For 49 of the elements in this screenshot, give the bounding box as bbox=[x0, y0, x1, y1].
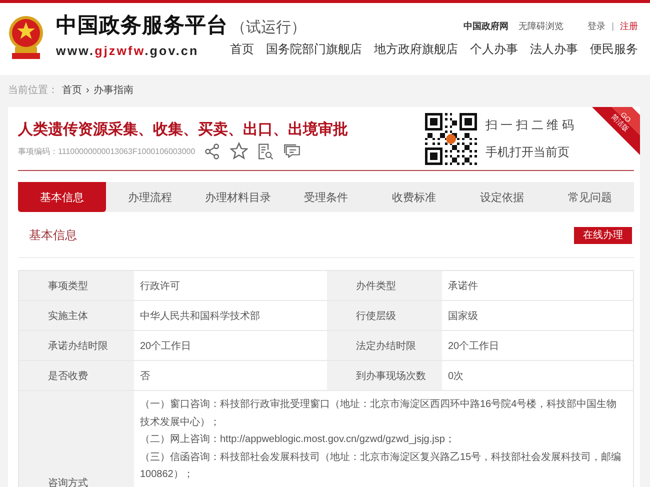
site-title: 中国政务服务平台 bbox=[56, 13, 228, 39]
field-label: 法定办结时限 bbox=[327, 331, 442, 361]
consult-line: （二）网上咨询：http://appweblogic.most.gov.cn/gzwd/gzwd_jsjg.jsp； bbox=[140, 432, 456, 447]
item-title: 人类遗传资源采集、收集、买卖、出口、出境审批 bbox=[18, 120, 348, 140]
field-label: 咨询方式 bbox=[19, 391, 134, 487]
tab[interactable]: 基本信息 bbox=[18, 182, 106, 212]
top-link[interactable]: 中国政府网 bbox=[464, 20, 509, 32]
tab[interactable]: 设定依据 bbox=[458, 182, 546, 212]
tab[interactable]: 受理条件 bbox=[282, 182, 370, 212]
site-url: www.gjzwfw.gov.cn bbox=[56, 44, 199, 58]
breadcrumb-label: 当前位置： bbox=[8, 84, 58, 97]
nav-link[interactable]: 便民服务 bbox=[590, 41, 638, 58]
document-search-icon[interactable] bbox=[257, 142, 274, 160]
tab[interactable]: 办理流程 bbox=[106, 182, 194, 212]
qr-caption: 扫 一 扫 二 维 码 bbox=[485, 117, 574, 134]
field-label: 到办事现场次数 bbox=[327, 361, 442, 391]
star-icon[interactable] bbox=[230, 142, 248, 160]
field-label: 办件类型 bbox=[327, 271, 442, 301]
national-emblem-icon bbox=[6, 13, 46, 61]
breadcrumb-link[interactable]: 办事指南 bbox=[93, 83, 134, 97]
trial-label: （试运行） bbox=[231, 18, 306, 37]
nav-link[interactable]: 国务院部门旗舰店 bbox=[266, 41, 362, 58]
nav-link[interactable]: 地方政府旗舰店 bbox=[374, 41, 458, 58]
tab[interactable]: 办理材料目录 bbox=[194, 182, 282, 212]
top-link[interactable]: 无障碍浏览 bbox=[518, 20, 564, 32]
separator: | bbox=[612, 21, 614, 31]
section-title: 基本信息 bbox=[29, 226, 77, 244]
tab[interactable]: 收费标准 bbox=[370, 182, 458, 212]
field-label: 实施主体 bbox=[19, 301, 134, 331]
online-apply-button[interactable]: 在线办理 bbox=[574, 226, 632, 244]
qr-caption: 手机打开当前页 bbox=[485, 144, 570, 161]
item-code: 事项编码：11100000000013063F1000106003000 bbox=[18, 146, 196, 156]
nav-link[interactable]: 法人办事 bbox=[530, 41, 578, 58]
tab[interactable]: 常见问题 bbox=[546, 182, 634, 212]
field-label: 是否收费 bbox=[19, 361, 134, 391]
field-label: 行使层级 bbox=[327, 301, 442, 331]
login-link[interactable]: 登录 bbox=[588, 20, 606, 32]
field-label: 事项类型 bbox=[19, 271, 134, 301]
breadcrumb-separator: › bbox=[86, 84, 90, 96]
register-link[interactable]: 注册 bbox=[620, 20, 638, 32]
consult-line: （一）窗口咨询：科技部行政审批受理窗口（地址：北京市海淀区西四环中路16号院4号楼，科技部中国生物技术发展中心）； bbox=[140, 398, 618, 430]
consult-line: （三）信函咨询：科技部社会发展科技司（地址：北京市海淀区复兴路乙15号，科技部社会发展科技司，邮编100862）； bbox=[140, 450, 622, 482]
share-icon[interactable] bbox=[204, 142, 222, 160]
nav-link[interactable]: 个人办事 bbox=[470, 41, 518, 58]
comment-icon[interactable] bbox=[283, 142, 302, 160]
breadcrumb-link[interactable]: 首页 bbox=[62, 83, 82, 97]
field-label: 承诺办结时限 bbox=[19, 331, 134, 361]
qr-code-icon bbox=[425, 113, 478, 165]
nav-link[interactable]: 首页 bbox=[230, 41, 254, 58]
